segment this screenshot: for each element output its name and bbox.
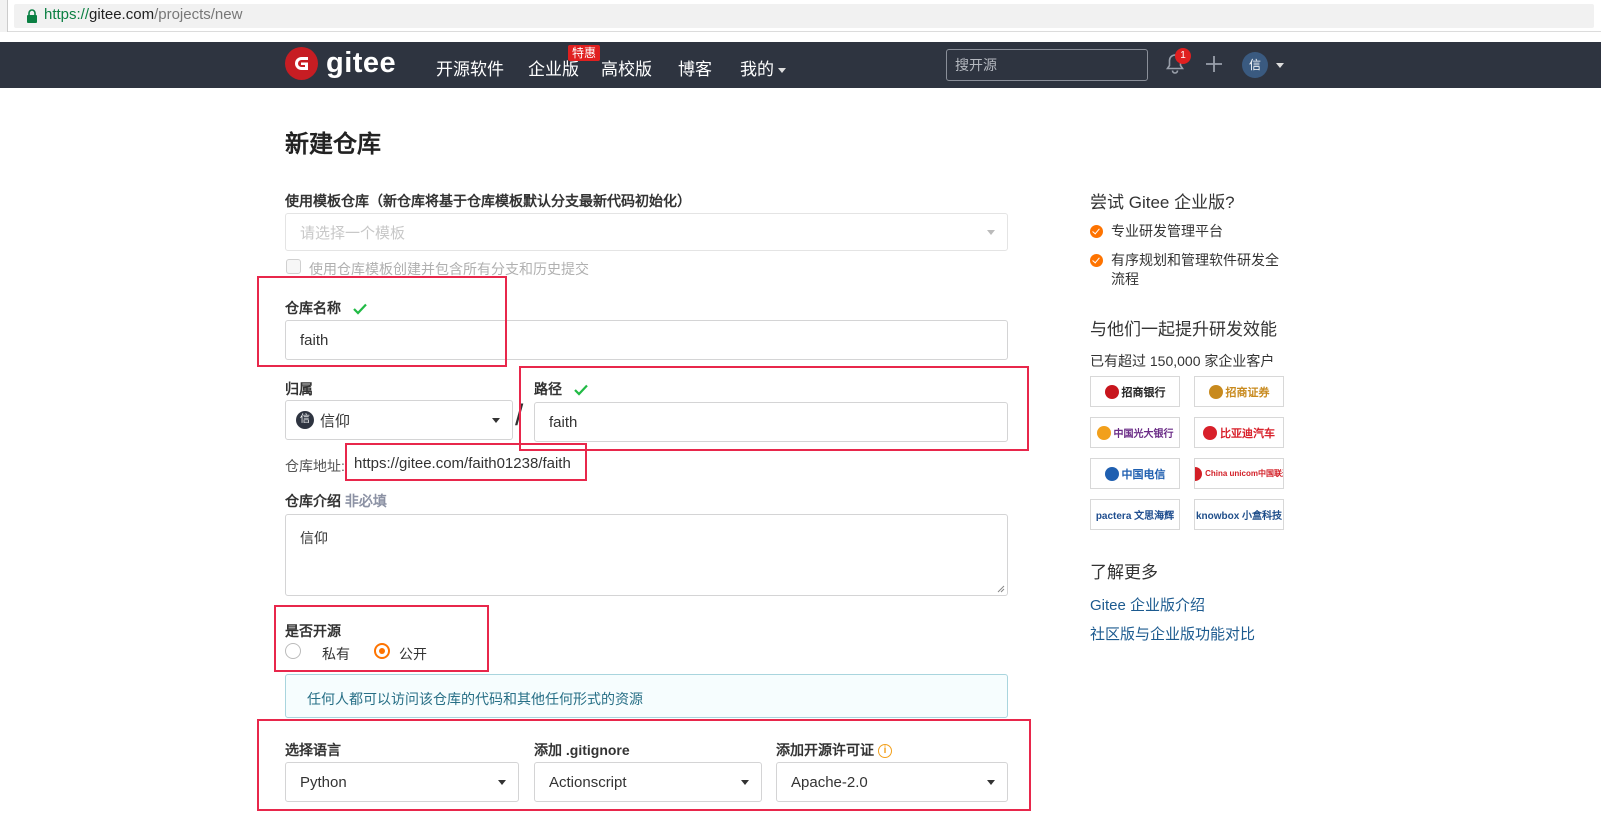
sidebar-feature-text: 有序规划和管理软件研发全流程 xyxy=(1111,252,1279,287)
chevron-down-icon xyxy=(987,230,995,235)
annotation-frame-visibility xyxy=(274,605,489,672)
notification-count-badge: 1 xyxy=(1175,48,1191,64)
customer-logo: pactera 文思海辉 xyxy=(1090,499,1180,530)
customer-logo-name: pactera 文思海辉 xyxy=(1095,511,1175,522)
sidebar-learn-title: 了解更多 xyxy=(1090,563,1158,582)
visibility-notice: 任何人都可以访问该仓库的代码和其他任何形式的资源 xyxy=(285,674,1008,718)
customer-logo: China unicom中国联通 xyxy=(1194,458,1284,489)
customer-logo: 招商证券 xyxy=(1194,376,1284,407)
template-select[interactable]: 请选择一个模板 xyxy=(285,213,1008,251)
nav-link-blog[interactable]: 博客 xyxy=(678,55,712,80)
byd-logo-icon xyxy=(1203,425,1217,440)
owner-label: 归属 xyxy=(285,381,313,397)
check-circle-icon xyxy=(1090,254,1103,267)
annotation-frame-address xyxy=(345,443,587,481)
template-select-placeholder: 请选择一个模板 xyxy=(300,224,406,242)
customer-logo-name: 招商证券 xyxy=(1225,386,1270,399)
cmb-logo-icon xyxy=(1104,384,1119,399)
user-avatar[interactable]: 信 xyxy=(1242,52,1268,78)
cms-logo-icon xyxy=(1208,384,1223,399)
top-navbar: gitee 开源软件 企业版 特惠 高校版 博客 我的 1 信 xyxy=(0,42,1601,88)
sidebar-customers-text: 已有超过 150,000 家企业客户 xyxy=(1090,353,1275,369)
customer-logo: 招商银行 xyxy=(1090,376,1180,407)
customer-logo: 中国光大银行 xyxy=(1090,417,1180,448)
customer-logo-name: China unicom中国联通 xyxy=(1205,469,1284,478)
plus-icon[interactable] xyxy=(1204,54,1224,74)
gitee-logo-text: gitee xyxy=(326,47,397,79)
chevron-down-icon xyxy=(778,68,786,74)
resize-handle-icon[interactable] xyxy=(997,585,1005,593)
nav-link-mine-label: 我的 xyxy=(740,60,774,79)
description-textarea[interactable]: 信仰 xyxy=(285,514,1008,596)
template-label: 使用模板仓库（新仓库将基于仓库模板默认分支最新代码初始化） xyxy=(285,193,691,209)
customer-logo-name: knowbox 小盒科技 xyxy=(1195,511,1283,522)
customer-logo: 比亚迪汽车 xyxy=(1194,417,1284,448)
page-title: 新建仓库 xyxy=(285,131,381,158)
browser-address-bar: https://gitee.com/projects/new xyxy=(0,0,1601,32)
url-text[interactable]: https://gitee.com/projects/new xyxy=(44,6,242,23)
owner-avatar: 信 xyxy=(296,411,314,429)
description-label: 仓库介绍 非必填 xyxy=(285,491,387,511)
china-telecom-logo-icon xyxy=(1104,466,1119,481)
nav-link-mine[interactable]: 我的 xyxy=(740,55,786,80)
customer-logo-name: 中国光大银行 xyxy=(1113,429,1174,440)
edition-compare-link[interactable]: 社区版与企业版功能对比 xyxy=(1090,623,1255,644)
sidebar-feature-item: 专业研发管理平台 xyxy=(1090,222,1286,241)
nav-link-open-source[interactable]: 开源软件 xyxy=(436,55,504,80)
repo-address-label: 仓库地址: xyxy=(285,458,345,474)
optional-hint: 非必填 xyxy=(344,493,387,509)
china-unicom-logo-icon xyxy=(1195,466,1203,481)
avatar-chevron-down-icon[interactable] xyxy=(1276,63,1284,68)
annotation-frame-repo-name xyxy=(257,276,507,367)
customer-logo-name: 招商银行 xyxy=(1121,386,1166,399)
sidebar-try-title: 尝试 Gitee 企业版? xyxy=(1090,193,1235,212)
template-branches-checkbox[interactable] xyxy=(286,259,301,274)
browser-tab-edge xyxy=(0,0,8,32)
check-circle-icon xyxy=(1090,225,1103,238)
nav-link-education[interactable]: 高校版 xyxy=(601,55,652,80)
owner-select-value: 信仰 xyxy=(320,412,351,430)
lock-icon xyxy=(27,9,37,23)
gitee-logo[interactable]: gitee xyxy=(285,47,396,80)
owner-select[interactable]: 信 信仰 xyxy=(285,400,513,440)
gitee-logo-icon xyxy=(285,47,318,80)
customer-logo-grid: 招商银行 招商证券 中国光大银行 比亚迪汽车 中国电信 China unicom… xyxy=(1090,376,1286,530)
url-field[interactable] xyxy=(14,4,1594,28)
customer-logo-name: 比亚迪汽车 xyxy=(1220,427,1275,440)
sidebar-feature-text: 专业研发管理平台 xyxy=(1111,223,1223,239)
sidebar-feature-item: 有序规划和管理软件研发全流程 xyxy=(1090,251,1286,289)
chevron-down-icon xyxy=(492,418,500,423)
customer-logo: knowbox 小盒科技 xyxy=(1194,499,1284,530)
annotation-frame-language xyxy=(257,719,1031,811)
annotation-frame-path xyxy=(519,366,1029,451)
sidebar-together-title: 与他们一起提升研发效能 xyxy=(1090,320,1277,339)
search-input[interactable] xyxy=(946,49,1148,81)
ceb-logo-icon xyxy=(1096,425,1111,440)
description-textarea-value: 信仰 xyxy=(300,530,328,546)
customer-logo: 中国电信 xyxy=(1090,458,1180,489)
enterprise-intro-link[interactable]: Gitee 企业版介绍 xyxy=(1090,594,1205,615)
customer-logo-name: 中国电信 xyxy=(1121,468,1166,481)
description-label-text: 仓库介绍 xyxy=(285,493,341,509)
enterprise-promo-badge: 特惠 xyxy=(568,45,601,61)
